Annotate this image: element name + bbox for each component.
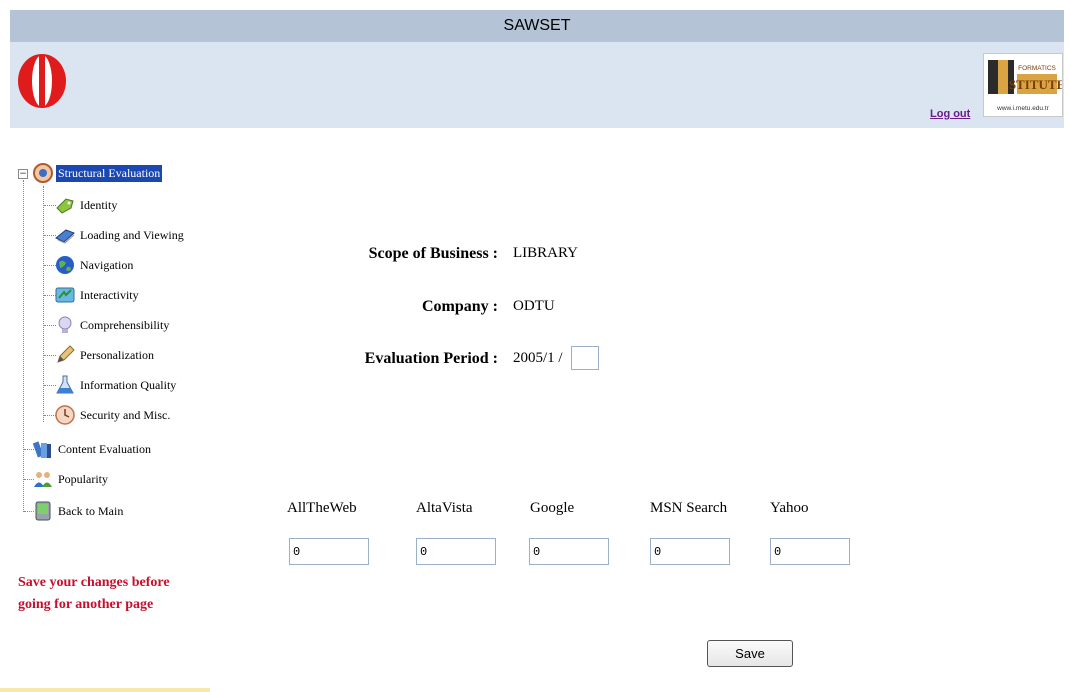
google-input[interactable]: [529, 538, 609, 565]
flask-icon: [56, 375, 74, 394]
clock-icon: [55, 405, 75, 425]
tree-item-structural-evaluation[interactable]: Structural Evaluation: [32, 162, 163, 184]
evaluation-period-input[interactable]: [571, 346, 599, 370]
tree-line-child: [43, 186, 44, 422]
tree-item-popularity[interactable]: Popularity: [32, 468, 110, 490]
book-icon: [55, 229, 75, 244]
scope-label: Scope of Business :: [368, 245, 498, 262]
institute-url: www.i.metu.edu.tr: [997, 105, 1049, 112]
tree-line-root: [23, 180, 24, 512]
engine-label-alltheweb: AllTheWeb: [287, 500, 357, 516]
compass-icon: [33, 163, 53, 183]
save-warning: Save your changes before going for anoth…: [18, 572, 170, 616]
pda-icon: [35, 501, 51, 521]
tree-item-interactivity[interactable]: Interactivity: [54, 284, 141, 306]
save-warning-line1: Save your changes before: [18, 575, 170, 590]
engine-label-altavista: AltaVista: [416, 500, 473, 516]
yahoo-input[interactable]: [770, 538, 850, 565]
engine-label-google: Google: [530, 500, 575, 516]
company-value: ODTU: [513, 298, 555, 314]
scope-value: LIBRARY: [513, 245, 579, 261]
arrows-icon: [55, 287, 75, 303]
engine-label-msn-search: MSN Search: [650, 500, 728, 516]
svg-text:FORMATICS: FORMATICS: [1018, 65, 1056, 72]
tree-item-identity[interactable]: Identity: [54, 194, 119, 216]
people-icon: [34, 472, 52, 487]
pencil-icon: [57, 345, 75, 363]
tree-item-content-evaluation[interactable]: Content Evaluation: [32, 438, 153, 460]
institute-logo-icon: STITUTE FORMATICS: [988, 60, 1065, 94]
metu-logo-icon: [18, 54, 66, 108]
app-title: SAWSET: [503, 17, 571, 34]
header-banner: [10, 42, 1064, 128]
tree-item-loading-and-viewing[interactable]: Loading and Viewing: [54, 224, 186, 246]
svg-text:STITUTE: STITUTE: [1009, 77, 1062, 92]
collapse-toggle[interactable]: −: [18, 169, 28, 179]
company-label: Company :: [421, 298, 498, 315]
evaluation-period-value: 2005/1 /: [513, 350, 563, 366]
tree-item-security-and-misc[interactable]: Security and Misc.: [54, 404, 172, 426]
evaluation-period-label: Evaluation Period :: [364, 350, 498, 367]
save-button[interactable]: Save: [707, 640, 793, 667]
engine-label-yahoo: Yahoo: [770, 500, 809, 516]
bottom-strip: [0, 688, 210, 692]
logout-link[interactable]: Log out: [930, 108, 970, 120]
save-warning-line2: going for another page: [18, 597, 154, 612]
tree-item-information-quality[interactable]: Information Quality: [54, 374, 178, 396]
tree-item-back-to-main[interactable]: Back to Main: [32, 500, 125, 522]
tree-item-comprehensibility[interactable]: Comprehensibility: [54, 314, 171, 336]
altavista-input[interactable]: [416, 538, 496, 565]
tag-icon: [56, 198, 74, 214]
tree-item-navigation[interactable]: Navigation: [54, 254, 135, 276]
lightbulb-icon: [58, 316, 72, 333]
tree-item-personalization[interactable]: Personalization: [54, 344, 156, 366]
alltheweb-input[interactable]: [289, 538, 369, 565]
books-icon: [32, 441, 51, 458]
app-title-bar: SAWSET: [10, 10, 1064, 42]
informatics-institute-logo: STITUTE FORMATICS www.i.metu.edu.tr: [983, 53, 1065, 117]
msn-search-input[interactable]: [650, 538, 730, 565]
globe-icon: [56, 256, 74, 274]
